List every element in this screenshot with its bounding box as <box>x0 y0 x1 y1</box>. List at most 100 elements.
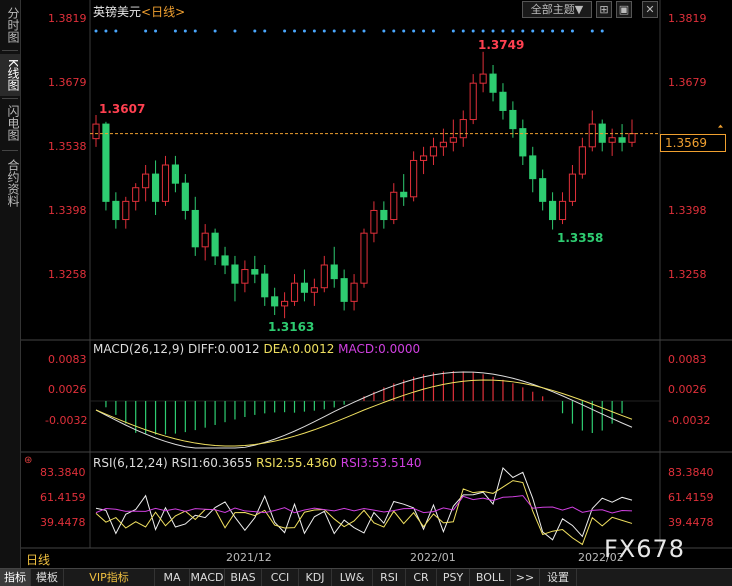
tab-contract-info[interactable]: 合约资料 <box>0 154 20 212</box>
macd-title: MACD(26,12,9) <box>93 342 185 356</box>
candle-body <box>92 123 100 140</box>
signal-dot <box>382 29 386 33</box>
price-axis-label: 1.3819 <box>668 12 707 25</box>
macd-axis-label: 0.0026 <box>668 383 707 396</box>
rsi-indicator-icon[interactable]: ⊛ <box>24 455 32 466</box>
signal-dot <box>521 29 525 33</box>
signal-dot <box>233 29 237 33</box>
candle-body <box>628 133 636 143</box>
toolbar-psy[interactable]: PSY <box>437 569 470 586</box>
candle-body <box>529 155 537 180</box>
signal-dot <box>451 29 455 33</box>
candle-body <box>330 264 338 280</box>
signal-dot <box>461 29 465 33</box>
signal-dot <box>173 29 177 33</box>
candle-body <box>142 173 150 189</box>
topic-dropdown[interactable]: 全部主题▼ <box>522 1 592 18</box>
chart-tool-icon[interactable]: ▣ <box>616 1 632 18</box>
signal-dot <box>114 29 118 33</box>
tab-time-share[interactable]: 分时图 <box>0 4 20 46</box>
candle-body <box>300 282 309 293</box>
signal-dot <box>213 29 217 33</box>
candle-body <box>221 255 229 266</box>
rsi-line-2 <box>95 480 633 546</box>
toolbar-indicators[interactable]: 指标 <box>0 569 31 586</box>
rsi-axis-label-left: 39.4478 <box>40 516 86 529</box>
rsi-1: RSI1:60.3655 <box>171 456 253 470</box>
candle-body <box>370 209 378 234</box>
toolbar-cr[interactable]: CR <box>406 569 437 586</box>
candle-body <box>112 200 120 221</box>
candle-body <box>429 146 438 157</box>
toolbar-templates[interactable]: 模板 <box>31 569 64 586</box>
signal-dot <box>183 29 187 33</box>
macd-axis-label-left: 0.0026 <box>48 383 87 396</box>
tab-flash[interactable]: 闪电图 <box>0 102 20 144</box>
signal-dot <box>332 29 336 33</box>
date-label: 2022/01 <box>410 551 456 564</box>
candle-body <box>191 209 199 248</box>
candle-body <box>350 282 358 302</box>
signal-dot <box>481 29 485 33</box>
candle-body <box>161 164 170 202</box>
signal-dot <box>253 29 257 33</box>
candle-body <box>310 287 318 293</box>
annotation-low-right: 1.3358 <box>557 231 604 245</box>
candle-body <box>320 264 328 289</box>
signal-dot <box>491 29 495 33</box>
toolbar-bias[interactable]: BIAS <box>225 569 262 586</box>
chart-settings-icon[interactable]: ⊞ <box>596 1 612 18</box>
toolbar-ma[interactable]: MA <box>155 569 190 586</box>
toolbar-cci[interactable]: CCI <box>262 569 299 586</box>
toolbar-more[interactable]: >> <box>511 569 540 586</box>
toolbar-vip-indicators[interactable]: VIP指标 <box>64 569 155 586</box>
toolbar-settings[interactable]: 设置 <box>540 569 577 586</box>
toolbar-macd[interactable]: MACD <box>190 569 225 586</box>
rsi-title: RSI(6,12,24) <box>93 456 168 470</box>
candle-body <box>410 159 418 198</box>
candle-body <box>439 141 447 148</box>
price-axis-label-left: 1.3258 <box>48 268 87 281</box>
period-label[interactable]: 日线 <box>26 551 50 568</box>
macd-axis-label-left: 0.0083 <box>48 353 87 366</box>
candle-body <box>519 128 527 157</box>
candle-body <box>201 232 209 248</box>
candle-body <box>459 119 467 139</box>
close-icon[interactable]: ✕ <box>642 1 658 18</box>
candle-body <box>390 191 398 221</box>
candle-body <box>380 209 388 221</box>
signal-dot <box>570 29 574 33</box>
price-axis-label-left: 1.3398 <box>48 204 87 217</box>
candle-body <box>549 200 557 221</box>
candle-body <box>558 200 567 221</box>
candle-body <box>151 173 160 202</box>
signal-dot <box>293 29 297 33</box>
rsi-3: RSI3:53.5140 <box>340 456 422 470</box>
annotation-high-left: 1.3607 <box>99 102 146 116</box>
kline-chart[interactable] <box>21 0 732 568</box>
signal-dot <box>104 29 108 33</box>
candle-body <box>340 278 348 302</box>
candle-body <box>251 269 259 275</box>
rsi-2: RSI2:55.4360 <box>256 456 337 470</box>
toolbar-lwr[interactable]: LW& <box>332 569 373 586</box>
macd-dea: DEA:0.0012 <box>263 342 335 356</box>
signal-dot <box>541 29 545 33</box>
toolbar-kdj[interactable]: KDJ <box>299 569 332 586</box>
tab-kline[interactable]: K线图 <box>0 54 20 96</box>
signal-dot <box>501 29 505 33</box>
candle-body <box>102 123 110 202</box>
signal-dot <box>362 29 366 33</box>
toolbar-boll[interactable]: BOLL <box>470 569 511 586</box>
rsi-axis-label: 83.3840 <box>668 466 714 479</box>
current-price-arrow-icon <box>718 124 723 128</box>
rsi-axis-label-left: 83.3840 <box>40 466 86 479</box>
signal-dot <box>193 29 197 33</box>
toolbar-rsi[interactable]: RSI <box>373 569 406 586</box>
signal-dot <box>531 29 535 33</box>
candle-body <box>290 282 299 302</box>
candle-body <box>578 146 586 175</box>
signal-dot <box>342 29 346 33</box>
candle-body <box>171 164 179 184</box>
signal-dot <box>431 29 435 33</box>
